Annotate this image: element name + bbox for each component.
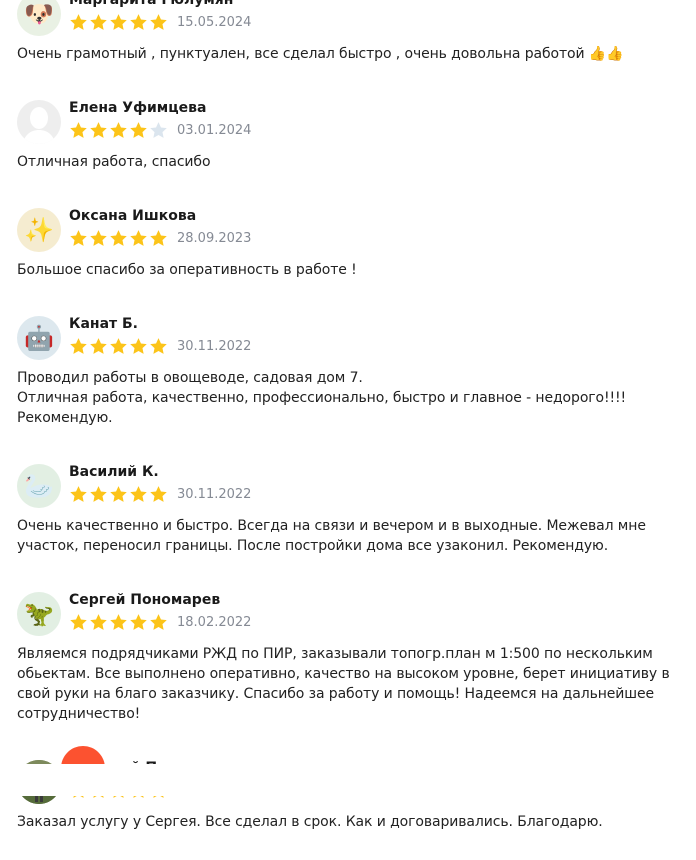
review-header: ✨ Оксана Ишкова 28.09.2023 bbox=[0, 200, 690, 252]
star-empty-icon bbox=[150, 122, 167, 138]
author-name[interactable]: Оксана Ишкова bbox=[69, 208, 196, 224]
author-name[interactable]: Канат Б. bbox=[69, 316, 138, 332]
review-date: 28.09.2023 bbox=[177, 231, 252, 246]
star-filled-icon bbox=[90, 486, 107, 502]
star-filled-icon bbox=[70, 14, 87, 30]
review-date: 03.01.2024 bbox=[177, 123, 252, 138]
review-text: Большое спасибо за оперативность в работ… bbox=[17, 262, 357, 278]
star-filled-icon bbox=[150, 614, 167, 630]
review-text: Проводил работы в овощеводе, садовая дом… bbox=[17, 370, 627, 426]
robot-icon: 🤖 bbox=[24, 324, 54, 352]
rating-stars bbox=[69, 229, 168, 247]
review-text: Очень качественно и быстро. Всегда на св… bbox=[17, 518, 646, 554]
star-filled-icon bbox=[70, 122, 87, 138]
review-card: ✨ Оксана Ишкова 28.09.2023 Большое спаси… bbox=[0, 200, 696, 308]
review-card: 🤖 Канат Б. 30.11.2022 Проводил работы в … bbox=[0, 308, 696, 456]
review-date: 30.11.2022 bbox=[177, 339, 252, 354]
star-filled-icon bbox=[150, 486, 167, 502]
review-text: Заказал услугу у Сергея. Все сделал в ср… bbox=[17, 814, 603, 830]
star-filled-icon bbox=[110, 486, 127, 502]
star-filled-icon bbox=[90, 614, 107, 630]
star-filled-icon bbox=[150, 230, 167, 246]
star-filled-icon bbox=[110, 14, 127, 30]
goose-icon: 🦢 bbox=[24, 472, 54, 500]
author-name[interactable]: Елена Уфимцева bbox=[69, 100, 206, 116]
review-date: 15.05.2024 bbox=[177, 15, 252, 30]
rating-stars bbox=[69, 121, 168, 139]
review-date: 30.11.2022 bbox=[177, 487, 252, 502]
star-filled-icon bbox=[110, 230, 127, 246]
star-filled-icon bbox=[110, 338, 127, 354]
star-filled-icon bbox=[110, 614, 127, 630]
pagination-bar bbox=[0, 744, 696, 796]
avatar-4[interactable]: 🤖 bbox=[17, 316, 61, 360]
review-card: Елена Уфимцева 03.01.2024 Отличная работ… bbox=[0, 92, 696, 200]
review-card: 🦖 Сергей Пономарев 18.02.2022 Являемся п… bbox=[0, 584, 696, 752]
avatar-3[interactable]: ✨ bbox=[17, 208, 61, 252]
star-filled-icon bbox=[90, 230, 107, 246]
default-user-icon bbox=[23, 107, 55, 144]
review-date: 18.02.2022 bbox=[177, 615, 252, 630]
review-header: 🐶 Маргарита Гюлумян 15.05.2024 bbox=[0, 0, 690, 36]
rating-stars bbox=[69, 337, 168, 355]
sparkles-icon: ✨ bbox=[24, 216, 54, 244]
rating-stars bbox=[69, 13, 168, 31]
star-filled-icon bbox=[90, 122, 107, 138]
star-filled-icon bbox=[130, 338, 147, 354]
review-text: Отличная работа, спасибо bbox=[17, 154, 211, 170]
star-filled-icon bbox=[130, 14, 147, 30]
author-name[interactable]: Сергей Пономарев bbox=[69, 592, 220, 608]
rating-stars bbox=[69, 613, 168, 631]
avatar-1[interactable]: 🐶 bbox=[17, 0, 61, 36]
review-header: 🦖 Сергей Пономарев 18.02.2022 bbox=[0, 584, 690, 636]
review-text: Являемся подрядчиками РЖД по ПИР, заказы… bbox=[17, 646, 670, 722]
puppy-icon: 🐶 bbox=[24, 0, 54, 28]
star-filled-icon bbox=[130, 486, 147, 502]
reviews-list: 🐶 Маргарита Гюлумян 15.05.2024 Очень гра… bbox=[0, 0, 696, 860]
star-filled-icon bbox=[110, 122, 127, 138]
star-filled-icon bbox=[130, 230, 147, 246]
star-filled-icon bbox=[150, 14, 167, 30]
star-filled-icon bbox=[150, 338, 167, 354]
author-name[interactable]: Василий К. bbox=[69, 464, 159, 480]
avatar-6[interactable]: 🦖 bbox=[17, 592, 61, 636]
rating-stars bbox=[69, 485, 168, 503]
review-text: Очень грамотный , пунктуален, все сделал… bbox=[17, 46, 624, 62]
review-card: 🐶 Маргарита Гюлумян 15.05.2024 Очень гра… bbox=[0, 0, 696, 92]
review-header: 🤖 Канат Б. 30.11.2022 bbox=[0, 308, 690, 360]
review-header: 🦢 Василий К. 30.11.2022 bbox=[0, 456, 690, 508]
star-filled-icon bbox=[70, 614, 87, 630]
avatar-2[interactable] bbox=[17, 100, 61, 144]
avatar-5[interactable]: 🦢 bbox=[17, 464, 61, 508]
star-filled-icon bbox=[130, 614, 147, 630]
star-filled-icon bbox=[70, 230, 87, 246]
star-filled-icon bbox=[130, 122, 147, 138]
review-card: 🦢 Василий К. 30.11.2022 Очень качественн… bbox=[0, 456, 696, 584]
star-filled-icon bbox=[70, 486, 87, 502]
star-filled-icon bbox=[70, 338, 87, 354]
star-filled-icon bbox=[90, 338, 107, 354]
review-header: Елена Уфимцева 03.01.2024 bbox=[0, 92, 690, 144]
author-name[interactable]: Маргарита Гюлумян bbox=[69, 0, 233, 8]
dinosaur-icon: 🦖 bbox=[24, 600, 54, 628]
star-filled-icon bbox=[90, 14, 107, 30]
